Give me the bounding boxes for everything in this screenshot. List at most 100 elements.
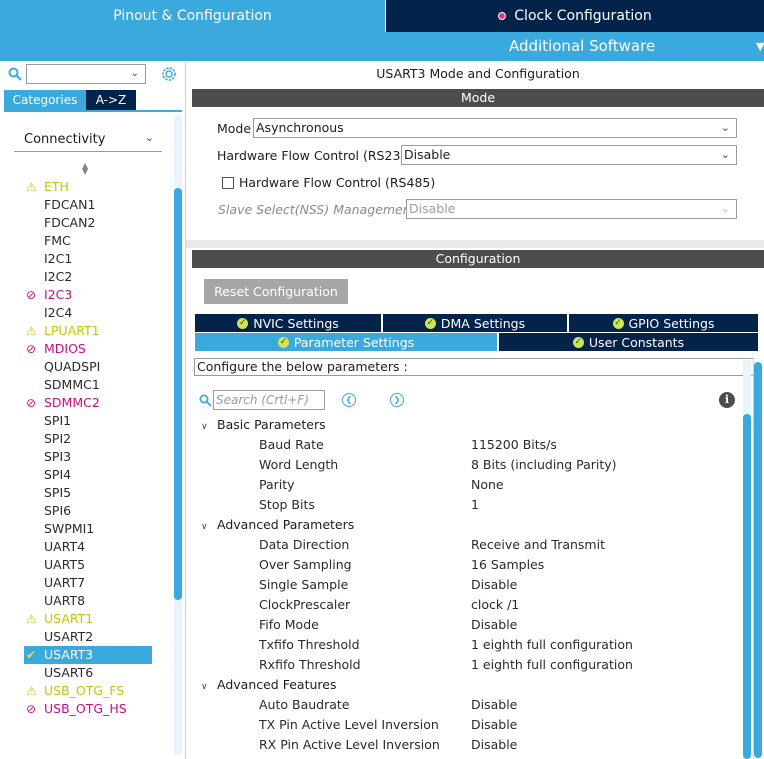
parameter-name[interactable]: Stop Bits	[259, 497, 315, 512]
tab-user-constants[interactable]: ✓ User Constants	[499, 333, 758, 351]
parameter-name[interactable]: Fifo Mode	[259, 617, 319, 632]
parameter-value[interactable]: 16 Samples	[471, 557, 544, 572]
parameter-name[interactable]: Txfifo Threshold	[259, 637, 360, 652]
tab-nvic-settings[interactable]: ✓ NVIC Settings	[195, 314, 381, 332]
parameter-value[interactable]: clock /1	[471, 597, 519, 612]
sidebar-item-spi4[interactable]: SPI4	[24, 466, 174, 484]
hfc485-checkbox[interactable]	[222, 177, 234, 189]
search-combobox[interactable]: ⌄	[26, 64, 146, 84]
left-scrollbar-thumb[interactable]	[174, 188, 182, 600]
sidebar-item-usart1[interactable]: ⚠ USART1	[24, 610, 174, 628]
hfc232-select[interactable]: Disable ⌄	[401, 145, 737, 165]
sidebar-item-sdmmc2[interactable]: ⊘ SDMMC2	[24, 394, 174, 412]
parameter-value[interactable]: Receive and Transmit	[471, 537, 605, 552]
sidebar-item-lpuart1[interactable]: ⚠ LPUART1	[24, 322, 174, 340]
sidebar-item-spi5[interactable]: SPI5	[24, 484, 174, 502]
sidebar-item-uart8[interactable]: UART8	[24, 592, 174, 610]
sidebar-item-mdios[interactable]: ⊘ MDIOS	[24, 340, 174, 358]
tab-pinout-configuration[interactable]: Pinout & Configuration	[0, 0, 385, 32]
parameter-name[interactable]: Baud Rate	[259, 437, 324, 452]
parameter-name[interactable]: TX Pin Active Level Inversion	[259, 717, 439, 732]
sidebar-item-usb_otg_hs[interactable]: ⊘ USB_OTG_HS	[24, 700, 174, 718]
mode-select[interactable]: Asynchronous ⌄	[253, 118, 737, 138]
reset-label: Reset Configuration	[214, 284, 338, 299]
sidebar-item-uart4[interactable]: UART4	[24, 538, 174, 556]
parameter-value[interactable]: Disable	[471, 577, 517, 592]
parameter-value[interactable]: Disable	[471, 737, 517, 752]
sidebar-item-label: SPI4	[44, 467, 72, 482]
tab-clock-configuration[interactable]: Clock Configuration	[386, 0, 764, 32]
tab-categories[interactable]: Categories	[4, 90, 86, 110]
sidebar-item-i2c3[interactable]: ⊘ I2C3	[24, 286, 174, 304]
sidebar-item-spi3[interactable]: SPI3	[24, 448, 174, 466]
check-circle-icon: ✓	[572, 336, 584, 348]
parameter-name[interactable]: Single Sample	[259, 577, 348, 592]
sidebar-item-usart3[interactable]: ✔ USART3	[24, 646, 152, 664]
tab-a-z[interactable]: A->Z	[86, 90, 136, 110]
chevron-down-icon: ⌄	[720, 121, 730, 134]
parameter-name[interactable]: ClockPrescaler	[259, 597, 350, 612]
sidebar-item-eth[interactable]: ⚠ ETH	[24, 178, 174, 196]
sidebar-item-fdcan1[interactable]: FDCAN1	[24, 196, 174, 214]
sidebar-item-spi1[interactable]: SPI1	[24, 412, 174, 430]
parameter-name[interactable]: RX Pin Active Level Inversion	[259, 737, 440, 752]
category-dropdown[interactable]: Connectivity ⌄	[14, 124, 162, 152]
parameter-group[interactable]: ∨ Advanced Features	[201, 677, 336, 692]
parameter-value[interactable]: Disable	[471, 697, 517, 712]
sidebar-item-spi6[interactable]: SPI6	[24, 502, 174, 520]
parameter-name[interactable]: Parity	[259, 477, 295, 492]
section-divider	[186, 240, 764, 248]
sidebar-item-usart2[interactable]: USART2	[24, 628, 174, 646]
parameter-name[interactable]: Word Length	[259, 457, 338, 472]
parameter-name[interactable]: Over Sampling	[259, 557, 352, 572]
sidebar-item-label: USART1	[44, 611, 94, 626]
gear-icon[interactable]	[160, 65, 178, 83]
next-match-icon[interactable]: ❯	[390, 393, 404, 407]
sidebar-item-label: I2C3	[44, 287, 73, 302]
sidebar-item-uart7[interactable]: UART7	[24, 574, 174, 592]
tab-gpio-settings[interactable]: ✓ GPIO Settings	[569, 314, 758, 332]
sidebar-item-label: SPI3	[44, 449, 72, 464]
right-scrollbar[interactable]	[753, 358, 762, 759]
sort-icon[interactable]: ▲ ▼	[82, 162, 88, 176]
sidebar-item-i2c2[interactable]: I2C2	[24, 268, 174, 286]
parameter-value[interactable]: 8 Bits (including Parity)	[471, 457, 617, 472]
sidebar-item-i2c1[interactable]: I2C1	[24, 250, 174, 268]
info-icon[interactable]: i	[719, 392, 735, 408]
sidebar-item-fdcan2[interactable]: FDCAN2	[24, 214, 174, 232]
parameter-value[interactable]: 115200 Bits/s	[471, 437, 557, 452]
tab-a-z-label: A->Z	[95, 93, 127, 107]
parameter-name[interactable]: Data Direction	[259, 537, 349, 552]
parameter-value[interactable]: 1 eighth full configuration	[471, 637, 633, 652]
reset-configuration-button[interactable]: Reset Configuration	[204, 279, 348, 304]
parameter-search-input[interactable]: Search (Crtl+F)	[213, 390, 325, 410]
right-scrollbar-thumb[interactable]	[754, 362, 762, 758]
sidebar-item-usart6[interactable]: USART6	[24, 664, 174, 682]
sidebar-item-label: LPUART1	[44, 323, 100, 338]
parameter-value[interactable]: 1 eighth full configuration	[471, 657, 633, 672]
tab-additional-software[interactable]: Additional Software ▼	[0, 32, 764, 61]
parameter-value[interactable]: None	[471, 477, 504, 492]
tab-parameter-settings[interactable]: ✓ Parameter Settings	[195, 333, 497, 351]
parameter-name[interactable]: Auto Baudrate	[259, 697, 349, 712]
parameter-value[interactable]: Disable	[471, 717, 517, 732]
check-circle-icon: ✓	[237, 317, 249, 329]
sidebar-item-uart5[interactable]: UART5	[24, 556, 174, 574]
previous-match-icon[interactable]: ❮	[342, 393, 356, 407]
parameter-name[interactable]: Rxfifo Threshold	[259, 657, 361, 672]
parameter-group[interactable]: ∨ Basic Parameters	[201, 417, 326, 432]
parameter-value[interactable]: Disable	[471, 617, 517, 632]
sidebar-item-sdmmc1[interactable]: SDMMC1	[24, 376, 174, 394]
sidebar-item-i2c4[interactable]: I2C4	[24, 304, 174, 322]
tree-scrollbar-thumb[interactable]	[743, 414, 751, 759]
sidebar-item-spi2[interactable]: SPI2	[24, 430, 174, 448]
tab-dma-settings[interactable]: ✓ DMA Settings	[383, 314, 567, 332]
sidebar-item-usb_otg_fs[interactable]: ⚠ USB_OTG_FS	[24, 682, 174, 700]
parameter-value[interactable]: 1	[471, 497, 479, 512]
sidebar-item-quadspi[interactable]: QUADSPI	[24, 358, 174, 376]
parameter-group[interactable]: ∨ Advanced Parameters	[201, 517, 354, 532]
sidebar-item-swpmi1[interactable]: SWPMI1	[24, 520, 174, 538]
check-circle-icon: ✓	[277, 336, 289, 348]
sidebar-item-label: ETH	[44, 179, 69, 194]
sidebar-item-fmc[interactable]: FMC	[24, 232, 174, 250]
